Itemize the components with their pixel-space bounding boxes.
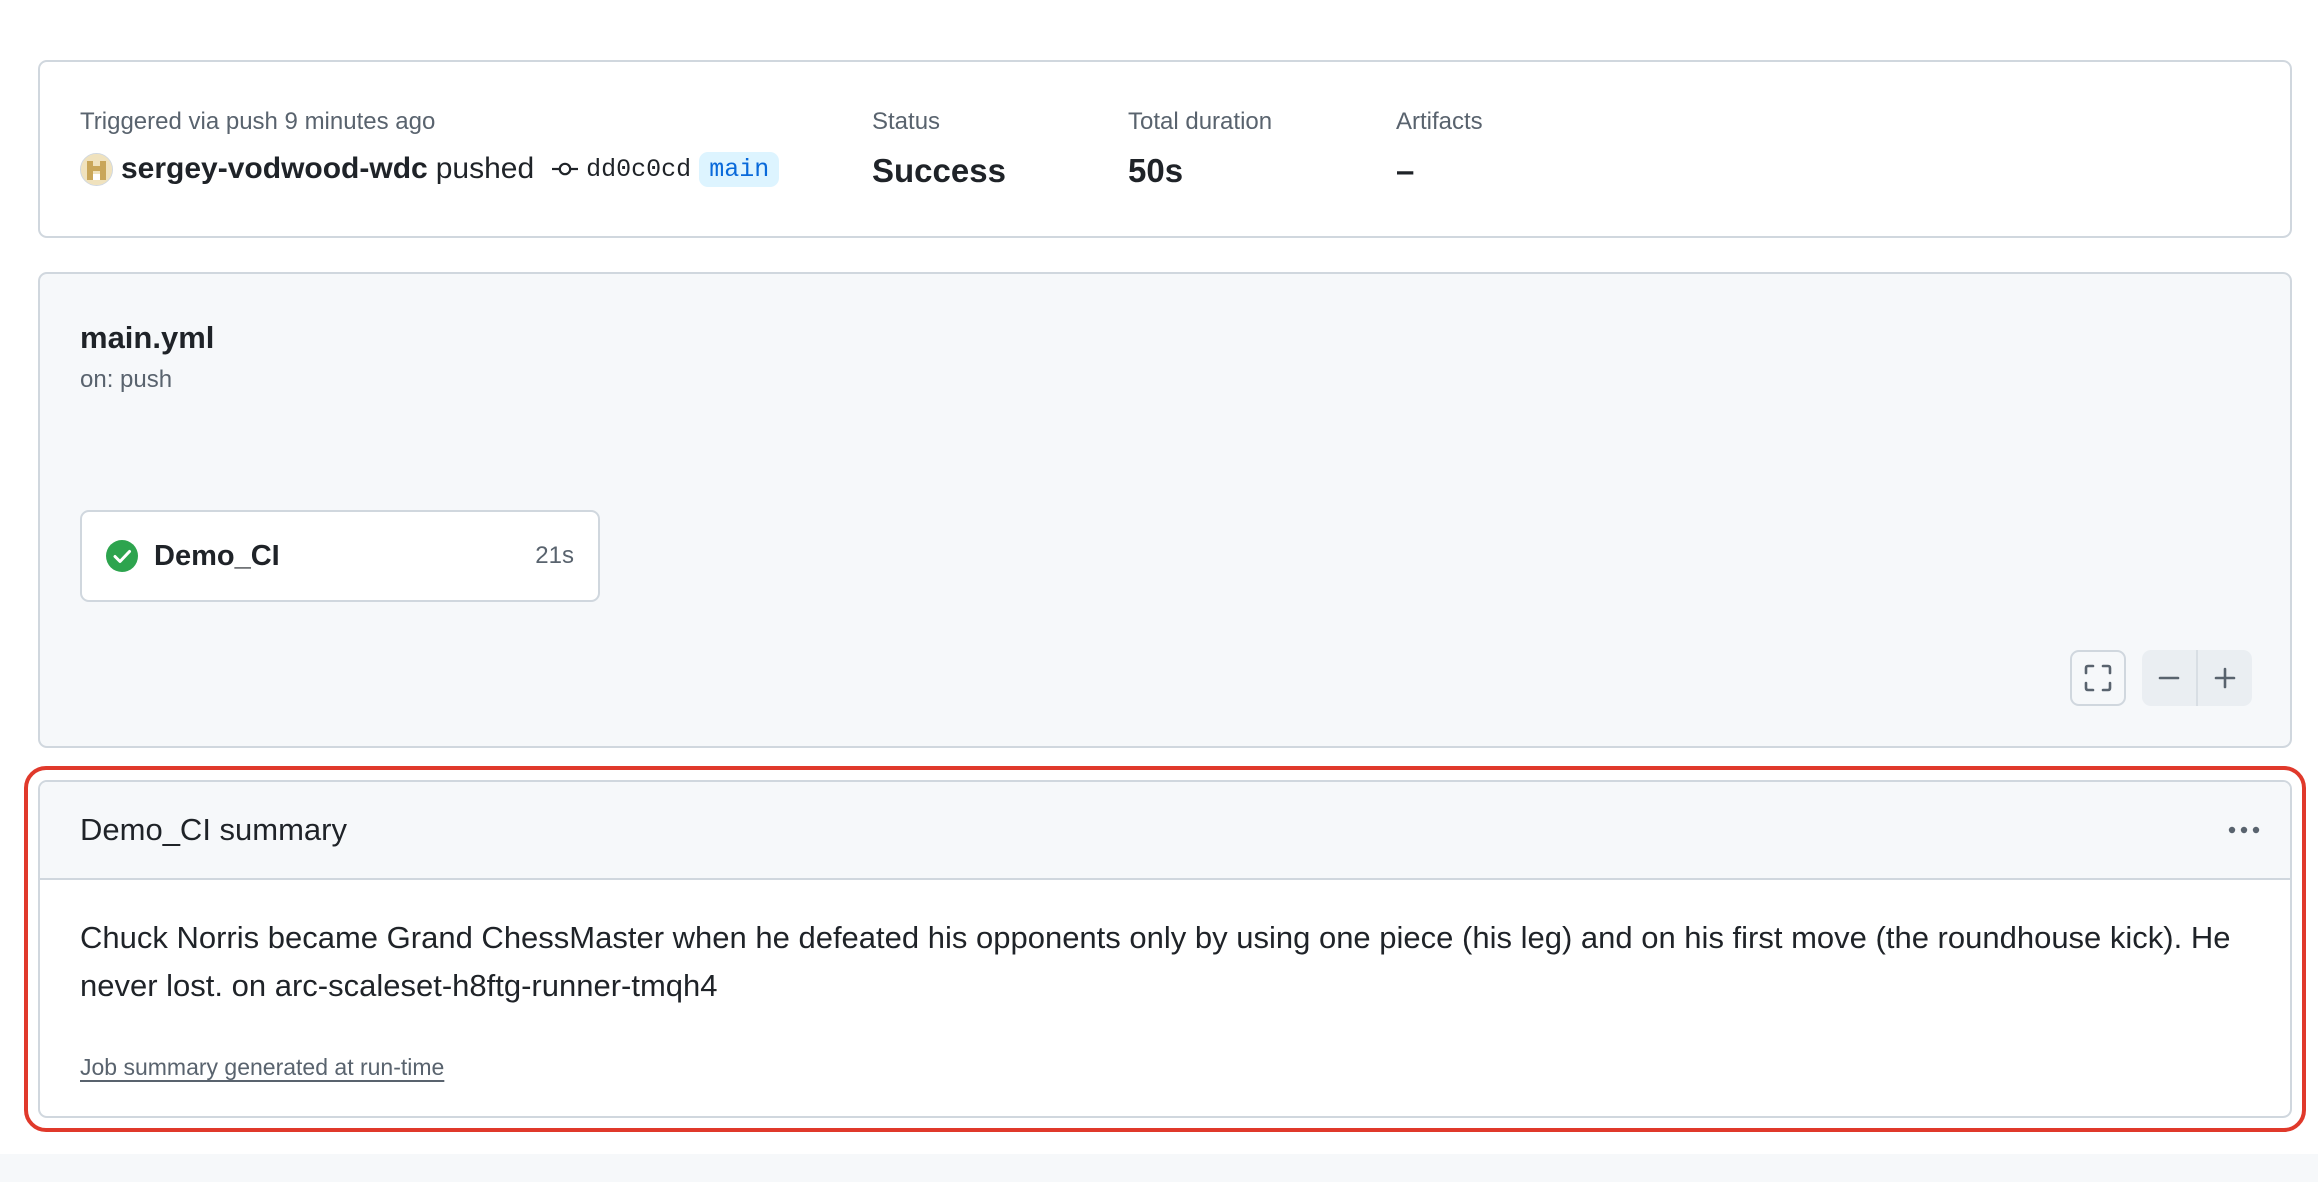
job-summary-menu-button[interactable] [2222,810,2266,850]
status-label: Status [872,108,941,135]
job-summary-card: Demo_CI summary Chuck Norris became Gran… [38,780,2292,1118]
status-value: Success [872,152,1006,189]
page-footer-band [0,1154,2318,1182]
commit-sha-link[interactable]: dd0c0cd [586,155,691,184]
job-summary-title: Demo_CI summary [80,812,347,847]
fullscreen-icon [2084,664,2112,692]
trigger-text: Triggered via push 9 minutes ago [80,108,436,135]
workflow-run-page: Triggered via push 9 minutes ago sergey-… [0,0,2318,1182]
total-duration-label: Total duration [1128,108,1273,135]
kebab-horizontal-icon [2228,826,2260,834]
artifacts-value: – [1396,152,1415,189]
avatar-icon [81,153,112,185]
fullscreen-button[interactable] [2070,650,2126,706]
branch-badge[interactable]: main [699,151,780,187]
check-circle-fill-icon [106,540,138,572]
trigger-details: sergey-vodwood-wdc pushed dd0c0cd main [80,150,780,188]
git-commit-icon [552,161,579,177]
plus-icon [2214,667,2236,689]
zoom-controls [2142,650,2252,706]
graph-controls [2070,650,2252,706]
job-summary-body: Chuck Norris became Grand ChessMaster wh… [80,920,2231,1003]
avatar[interactable] [80,152,113,186]
actor-action-text: pushed [435,152,535,185]
job-summary-footer-link[interactable]: Job summary generated at run-time [80,1054,444,1081]
total-duration-value: 50s [1128,152,1184,189]
zoom-in-button[interactable] [2198,650,2252,706]
job-node-demo-ci[interactable]: Demo_CI 21s [80,510,600,602]
run-summary-card: Triggered via push 9 minutes ago sergey-… [38,60,2292,238]
dash-icon [2158,676,2180,680]
workflow-graph-card: main.yml on: push Demo_CI 21s [38,272,2292,748]
job-name: Demo_CI [154,539,280,572]
zoom-out-button[interactable] [2142,650,2196,706]
artifacts-label: Artifacts [1396,108,1483,135]
job-summary-header: Demo_CI summary [40,782,2290,880]
workflow-trigger: on: push [80,366,173,393]
actor-link[interactable]: sergey-vodwood-wdc [121,152,428,186]
job-duration: 21s [535,542,574,569]
workflow-file-name: main.yml [80,320,215,355]
